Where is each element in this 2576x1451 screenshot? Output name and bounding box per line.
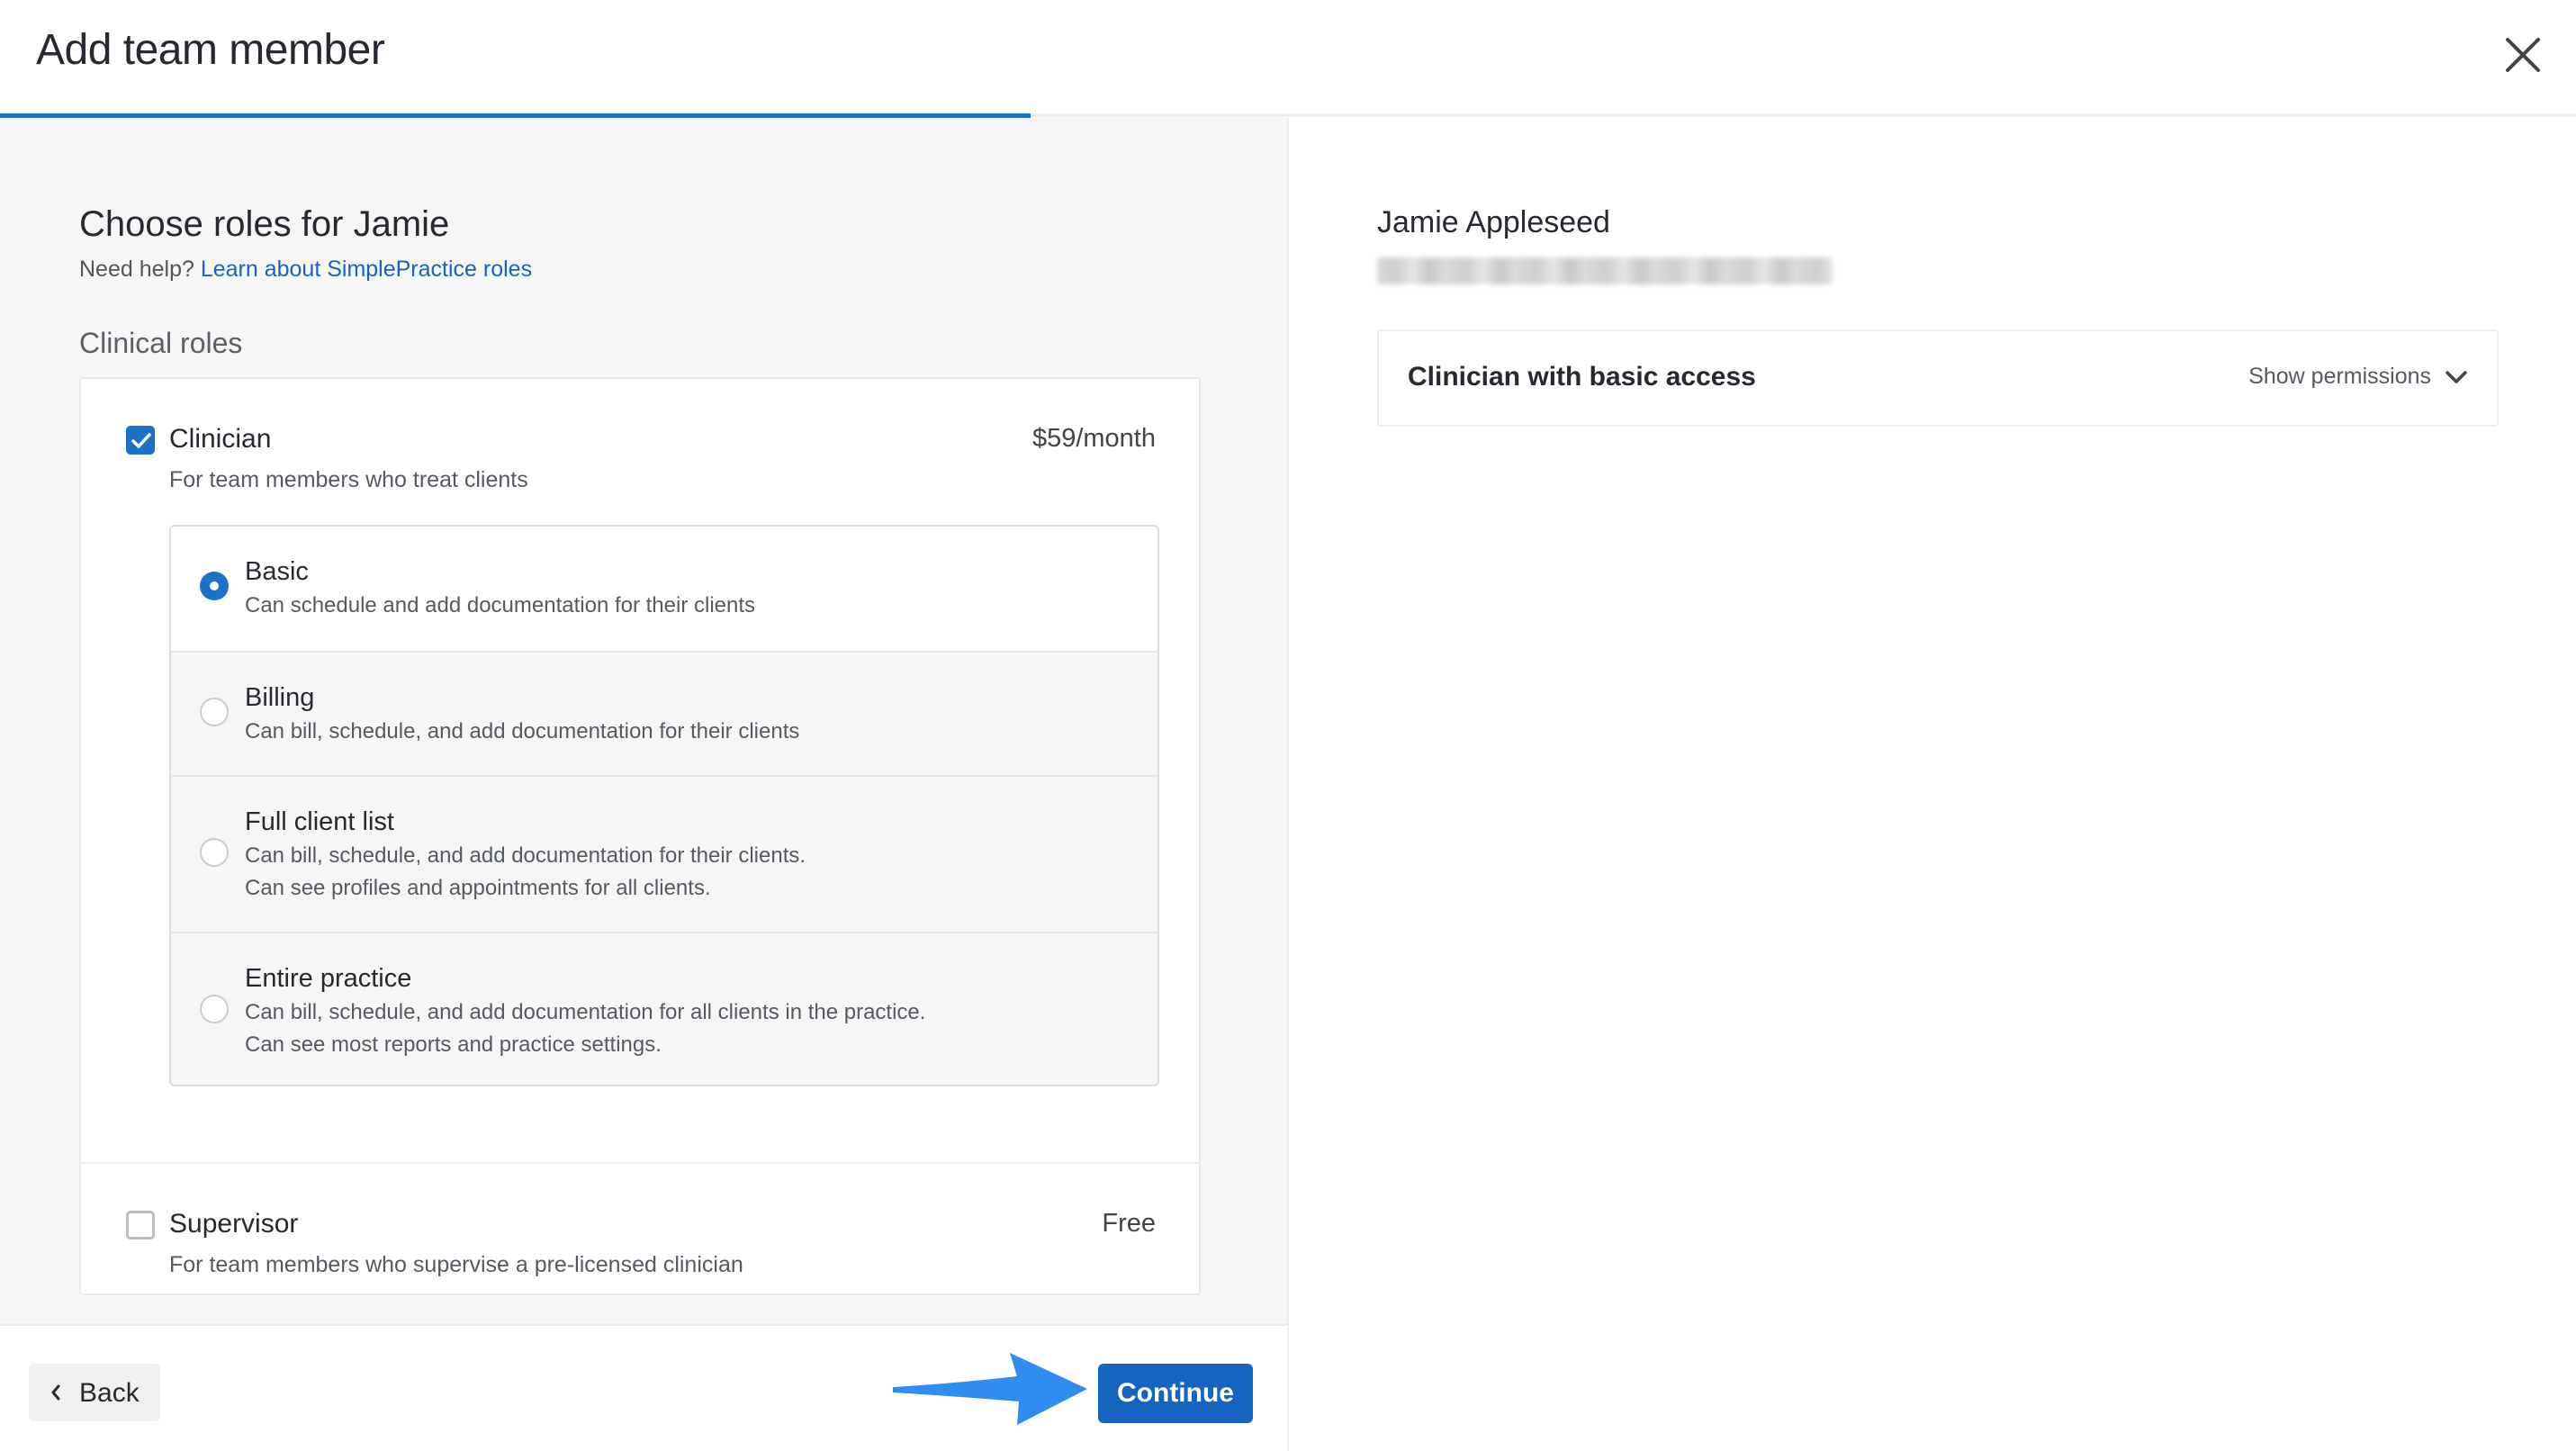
entire-practice-radio[interactable] (200, 995, 229, 1023)
annotation-arrow-icon (893, 1353, 1087, 1425)
chevron-left-icon (51, 1384, 60, 1401)
role-description: For team members who supervise a pre-lic… (169, 1252, 743, 1277)
clinician-checkbox[interactable] (126, 426, 155, 455)
supervisor-checkbox[interactable] (126, 1211, 155, 1239)
member-name: Jamie Appleseed (1377, 205, 1610, 239)
option-entire-practice[interactable]: Entire practice Can bill, schedule, and … (171, 932, 1157, 1085)
option-basic[interactable]: Basic Can schedule and add documentation… (171, 527, 1157, 651)
option-name: Entire practice (245, 964, 412, 993)
role-name: Clinician (169, 424, 272, 454)
option-description: Can bill, schedule, and add documentatio… (245, 843, 806, 868)
option-name: Full client list (245, 807, 394, 836)
role-price: $59/month (1031, 424, 1156, 453)
role-clinician: Clinician $59/month For team members who… (81, 379, 1199, 1162)
option-description-2: Can see profiles and appointments for al… (245, 876, 711, 900)
redacted-email (1377, 257, 1833, 284)
continue-label: Continue (1117, 1378, 1234, 1408)
basic-radio[interactable] (200, 572, 229, 600)
roles-pane: Choose roles for Jamie Need help? Learn … (0, 118, 1289, 1324)
role-name: Supervisor (169, 1209, 299, 1239)
option-description: Can bill, schedule, and add documentatio… (245, 1000, 926, 1024)
option-description: Can schedule and add documentation for t… (245, 593, 756, 617)
roles-card: Clinician $59/month For team members who… (79, 377, 1201, 1295)
show-permissions-label: Show permissions (2248, 364, 2432, 389)
show-permissions-toggle[interactable]: Show permissions (2248, 364, 2468, 390)
role-description: For team members who treat clients (169, 467, 528, 492)
learn-roles-link[interactable]: Learn about SimplePractice roles (201, 257, 532, 282)
section-label-clinical-roles: Clinical roles (79, 327, 243, 359)
help-prefix: Need help? (79, 257, 201, 282)
access-summary: Clinician with basic access Show permiss… (1377, 329, 2499, 427)
option-description-2: Can see most reports and practice settin… (245, 1032, 662, 1057)
back-button[interactable]: Back (29, 1364, 160, 1421)
option-full-client-list[interactable]: Full client list Can bill, schedule, and… (171, 775, 1157, 932)
back-label: Back (79, 1378, 140, 1408)
continue-button[interactable]: Continue (1098, 1364, 1253, 1423)
modal-title: Add team member (36, 26, 385, 74)
access-level-options: Basic Can schedule and add documentation… (169, 525, 1159, 1086)
option-description: Can bill, schedule, and add documentatio… (245, 719, 800, 744)
modal-header: Add team member (0, 0, 2576, 118)
chevron-down-icon (2445, 371, 2467, 384)
close-icon (2506, 38, 2540, 72)
option-billing[interactable]: Billing Can bill, schedule, and add docu… (171, 651, 1157, 775)
close-button[interactable] (2495, 27, 2551, 83)
option-name: Billing (245, 683, 315, 712)
summary-title: Clinician with basic access (1408, 362, 1756, 392)
billing-radio[interactable] (200, 698, 229, 726)
option-name: Basic (245, 557, 309, 586)
modal-footer: Back Continue (0, 1324, 1289, 1451)
role-price: Free (1102, 1209, 1156, 1238)
checkmark-icon (131, 433, 151, 448)
help-text: Need help? Learn about SimplePractice ro… (79, 257, 532, 283)
role-supervisor: Supervisor Free For team members who sup… (81, 1164, 1199, 1295)
full-client-list-radio[interactable] (200, 838, 229, 867)
page-title: Choose roles for Jamie (79, 204, 450, 244)
